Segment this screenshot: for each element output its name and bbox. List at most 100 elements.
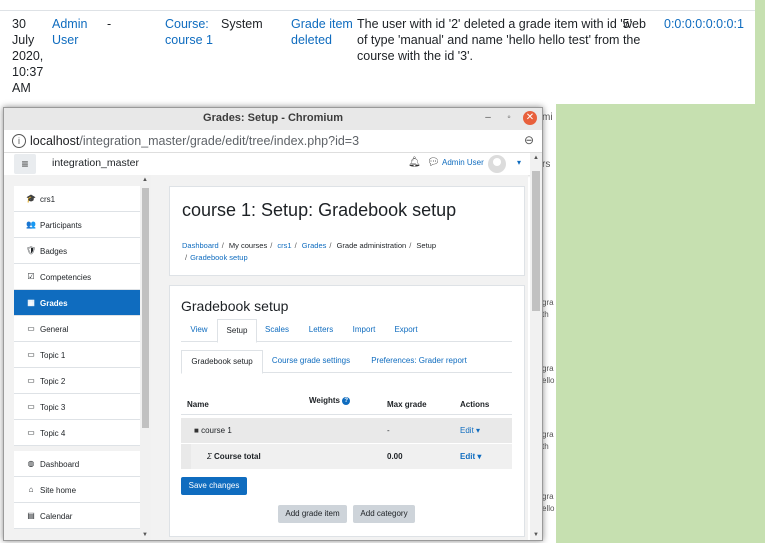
add-category-button[interactable]: Add category	[353, 505, 415, 523]
topic-3-icon: ▭	[27, 402, 35, 411]
add-grade-item-button[interactable]: Add grade item	[278, 505, 347, 523]
scroll-up-icon[interactable]: ▲	[142, 177, 148, 183]
sidebar-item-topic-3[interactable]: ▭ Topic 3	[14, 394, 140, 420]
zoom-icon[interactable]: ⊖	[524, 133, 534, 147]
address-bar[interactable]: i localhost/integration_master/grade/edi…	[4, 130, 542, 153]
page-content: 🎓 crs1 👥 Participants 🛡 Badges ☑ Competencies ▦ G…	[4, 175, 528, 540]
sidebar-item-topic-2[interactable]: ▭ Topic 2	[14, 368, 140, 394]
log-event-link[interactable]: Grade item deleted	[291, 16, 353, 48]
drawer-scroll-thumb[interactable]	[142, 188, 149, 428]
sidebar-item-label: Calendar	[40, 512, 73, 521]
edit-menu-category[interactable]: Edit ▾	[460, 426, 480, 435]
background-log-page: 30 July 2020, 10:37 AM Admin User - Cour…	[0, 0, 755, 104]
scroll-down-icon[interactable]: ▼	[142, 532, 148, 538]
table-header: Name Weights ? Max grade Actions	[181, 392, 512, 415]
gradebook-setup-card: Gradebook setup View Setup Scales Letter…	[169, 285, 525, 537]
course-total-name: Σ Course total	[207, 452, 261, 461]
dashboard-icon: ◍	[27, 459, 35, 468]
tab-gradebook-setup[interactable]: Gradebook setup	[181, 350, 263, 374]
sigma-icon: Σ	[207, 452, 212, 461]
log-row: 30 July 2020, 10:37 AM Admin User - Cour…	[0, 10, 755, 99]
log-origin: web	[623, 17, 646, 31]
sidebar-item-calendar[interactable]: ▤ Calendar	[14, 503, 140, 529]
breadcrumb-crs1[interactable]: crs1	[277, 241, 291, 250]
site-info-icon[interactable]: i	[12, 134, 26, 148]
sidebar-item-crs1[interactable]: 🎓 crs1	[14, 186, 140, 212]
grade-items-table: Name Weights ? Max grade Actions ■ cours…	[181, 392, 512, 470]
bell-icon[interactable]: 🔔︎	[408, 157, 421, 168]
log-ip-link[interactable]: 0:0:0:0:0:0:0:1	[664, 16, 744, 32]
tab-view[interactable]: View	[181, 319, 217, 341]
sidebar-item-dashboard[interactable]: ◍ Dashboard	[14, 451, 140, 477]
scroll-up-icon[interactable]: ▲	[533, 155, 539, 161]
minimize-button[interactable]: –	[481, 111, 495, 125]
drawer-toggle-button[interactable]: ≡	[14, 154, 36, 174]
sidebar-item-label: crs1	[40, 195, 56, 204]
sidebar-item-participants[interactable]: 👥 Participants	[14, 212, 140, 238]
save-changes-button[interactable]: Save changes	[181, 477, 247, 495]
chat-icon[interactable]: 💬︎	[427, 157, 440, 168]
window-title: Grades: Setup - Chromium	[203, 112, 343, 124]
sidebar-item-badges[interactable]: 🛡 Badges	[14, 238, 140, 264]
badges-icon: 🛡	[26, 246, 37, 255]
page-scrollbar[interactable]: ▲ ▼	[530, 153, 542, 540]
tab-import[interactable]: Import	[343, 319, 385, 341]
sidebar-item-general[interactable]: ▭ General	[14, 316, 140, 342]
caret-down-icon: ▾	[477, 452, 482, 461]
sidebar-item-label: Competencies	[40, 273, 92, 282]
page-header-card: course 1: Setup: Gradebook setup Dashboa…	[169, 186, 525, 276]
site-name[interactable]: integration_master	[52, 157, 139, 169]
sidebar-item-label: Topic 4	[40, 429, 66, 438]
breadcrumb-grades[interactable]: Grades	[302, 241, 327, 250]
page-scroll-thumb[interactable]	[532, 171, 540, 311]
tab-export[interactable]: Export	[385, 319, 427, 341]
log-description: The user with id '2' deleted a grade ite…	[357, 17, 641, 63]
breadcrumb-dashboard[interactable]: Dashboard	[182, 241, 219, 250]
sidebar-item-site-home[interactable]: ⌂ Site home	[14, 477, 140, 503]
caret-down-icon[interactable]: ▾	[517, 158, 521, 167]
edit-menu-course-total[interactable]: Edit ▾	[460, 452, 481, 461]
breadcrumb: Dashboard / My courses / crs1/ Grades / Gra…	[182, 241, 436, 262]
col-actions: Actions	[460, 400, 490, 409]
course-total-max-grade: 0.00	[387, 452, 403, 461]
sidebar-item-label: General	[40, 325, 69, 334]
drawer-scrollbar[interactable]: ▲ ▼	[140, 175, 151, 540]
help-icon[interactable]: ?	[342, 396, 351, 405]
url-text[interactable]: localhost/integration_master/grade/edit/…	[30, 134, 359, 148]
avatar[interactable]	[488, 155, 506, 173]
sidebar-item-label: Participants	[40, 221, 82, 230]
window-titlebar[interactable]: Grades: Setup - Chromium – ◦ ✕	[4, 108, 542, 131]
topic-2-icon: ▭	[27, 376, 35, 385]
sidebar-item-competencies[interactable]: ☑ Competencies	[14, 264, 140, 290]
user-menu-name[interactable]: Admin User	[442, 158, 484, 167]
close-button[interactable]: ✕	[523, 111, 537, 125]
setup-subtabs: Gradebook setup Course grade settings Pr…	[181, 350, 512, 374]
log-affected: -	[107, 17, 112, 31]
tab-setup[interactable]: Setup	[217, 319, 257, 343]
chromium-window: Grades: Setup - Chromium – ◦ ✕ i localho…	[3, 107, 543, 541]
log-user-link[interactable]: Admin User	[52, 16, 87, 48]
maximize-button[interactable]: ◦	[502, 111, 516, 125]
log-component: System	[221, 17, 263, 31]
drawer-course-group: 🎓 crs1 👥 Participants 🛡 Badges ☑ Competencies ▦ G…	[14, 186, 140, 446]
log-context-link[interactable]: Course: course 1	[165, 16, 213, 48]
competencies-icon: ☑	[27, 272, 35, 281]
sidebar-item-grades[interactable]: ▦ Grades	[14, 290, 140, 316]
col-weights: Weights ?	[309, 396, 351, 405]
tab-grader-report-prefs[interactable]: Preferences: Grader report	[361, 350, 477, 372]
background-text-fragments: mi rs gra th gra ello gra th gra ello	[542, 112, 555, 513]
tab-letters[interactable]: Letters	[299, 319, 343, 341]
topic-1-icon: ▭	[27, 350, 35, 359]
sidebar-item-topic-1[interactable]: ▭ Topic 1	[14, 342, 140, 368]
calendar-icon: ▤	[27, 511, 35, 520]
topic-4-icon: ▭	[27, 428, 35, 437]
log-date: 30 July 2020, 10:37 AM	[12, 17, 44, 95]
sidebar-item-label: Badges	[40, 247, 68, 256]
tab-course-grade-settings[interactable]: Course grade settings	[263, 350, 359, 372]
scroll-down-icon[interactable]: ▼	[533, 532, 539, 538]
category-max-grade: -	[387, 426, 390, 435]
breadcrumb-gradebook-setup[interactable]: Gradebook setup	[190, 253, 248, 262]
tab-scales[interactable]: Scales	[257, 319, 297, 341]
sidebar-item-topic-4[interactable]: ▭ Topic 4	[14, 420, 140, 446]
category-name: ■ course 1	[194, 426, 232, 435]
